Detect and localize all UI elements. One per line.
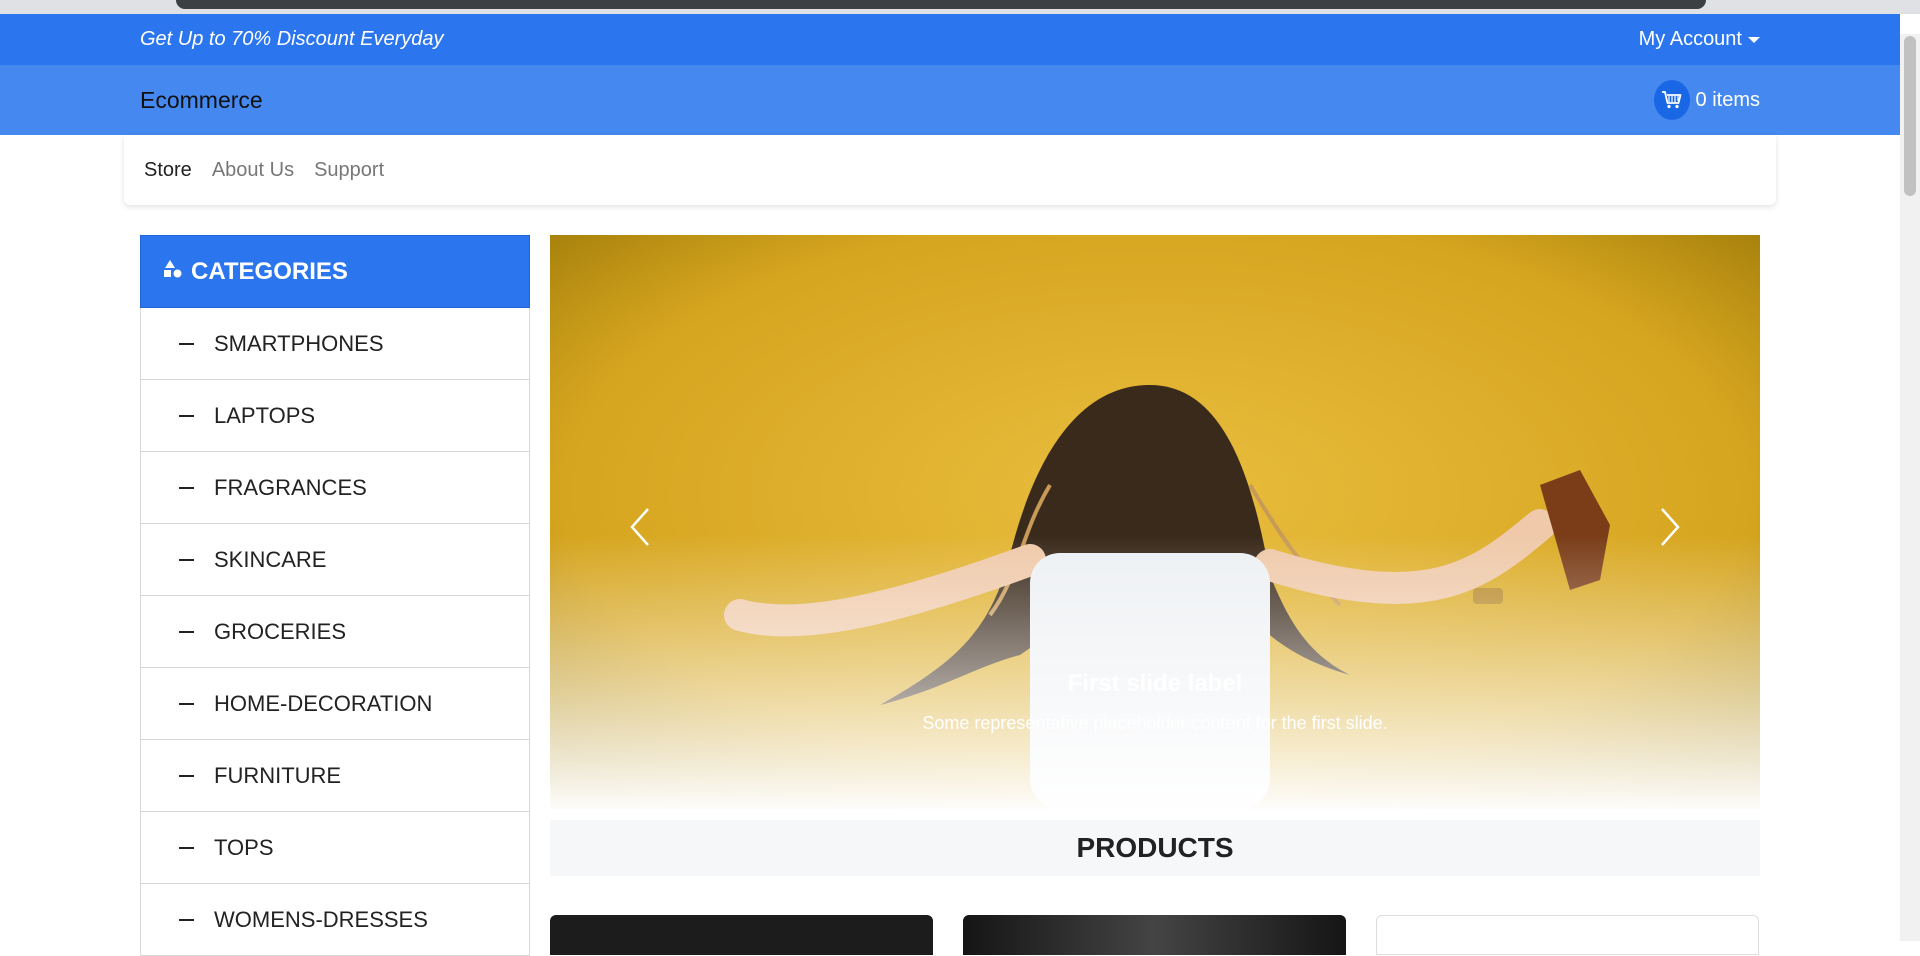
brand-logo-text[interactable]: Ecommerce	[140, 87, 263, 114]
category-label: FURNITURE	[214, 762, 342, 788]
chevron-left-icon	[630, 508, 649, 546]
category-item-laptops[interactable]: LAPTOPS	[140, 380, 530, 452]
shapes-icon	[163, 258, 183, 286]
cart-button[interactable]: 0 items	[1653, 80, 1760, 120]
products-heading: PRODUCTS	[550, 820, 1760, 876]
nav-support[interactable]: Support	[314, 159, 384, 182]
top-promo-bar: Get Up to 70% Discount Everyday My Accou…	[0, 14, 1900, 65]
category-label: LAPTOPS	[214, 402, 316, 428]
product-card[interactable]	[550, 915, 933, 955]
dash-icon	[179, 486, 194, 489]
categories-title: CATEGORIES	[191, 257, 348, 285]
category-item-skincare[interactable]: SKINCARE	[140, 524, 530, 596]
dash-icon	[179, 846, 194, 849]
cart-icon	[1653, 80, 1690, 120]
category-item-tops[interactable]: TOPS	[140, 812, 530, 884]
category-label: WOMENS-DRESSES	[214, 906, 428, 932]
promo-text: Get Up to 70% Discount Everyday	[140, 28, 444, 50]
category-item-smartphones[interactable]: SMARTPHONES	[140, 308, 530, 380]
brand-bar: Ecommerce 0 items	[0, 65, 1900, 135]
dash-icon	[179, 342, 194, 345]
main-nav: Store About Us Support	[124, 135, 1776, 205]
nav-about-us[interactable]: About Us	[212, 159, 294, 182]
carousel-prev-button[interactable]	[622, 497, 662, 557]
dash-icon	[179, 774, 194, 777]
dash-icon	[179, 702, 194, 705]
category-label: GROCERIES	[214, 618, 347, 644]
cart-count-label: 0 items	[1695, 88, 1760, 111]
category-label: HOME-DECORATION	[214, 690, 433, 716]
dash-icon	[179, 414, 194, 417]
category-label: SMARTPHONES	[214, 330, 384, 356]
nav-store[interactable]: Store	[144, 159, 192, 182]
product-card[interactable]	[963, 915, 1346, 955]
category-label: SKINCARE	[214, 546, 327, 572]
caret-down-icon	[1748, 36, 1760, 43]
scrollbar-thumb[interactable]	[1904, 36, 1916, 196]
carousel-next-button[interactable]	[1648, 497, 1688, 557]
categories-sidebar: CATEGORIES SMARTPHONES LAPTOPS FRAGRANCE…	[140, 235, 530, 956]
categories-header: CATEGORIES	[140, 235, 530, 308]
category-label: TOPS	[214, 834, 274, 860]
browser-address-bar[interactable]	[176, 0, 1706, 9]
browser-strip	[0, 0, 1920, 14]
category-label: FRAGRANCES	[214, 474, 367, 500]
dash-icon	[179, 630, 194, 633]
carousel-caption-text: Some representative placeholder content …	[922, 713, 1388, 733]
category-item-fragrances[interactable]: FRAGRANCES	[140, 452, 530, 524]
category-item-home-decoration[interactable]: HOME-DECORATION	[140, 668, 530, 740]
category-item-furniture[interactable]: FURNITURE	[140, 740, 530, 812]
product-card[interactable]	[1376, 915, 1759, 955]
my-account-label: My Account	[1638, 28, 1742, 50]
page-scrollbar[interactable]	[1900, 34, 1920, 941]
chevron-right-icon	[1661, 508, 1680, 546]
carousel-caption-title: First slide label	[1067, 670, 1243, 697]
category-item-womens-dresses[interactable]: WOMENS-DRESSES	[140, 884, 530, 956]
category-item-groceries[interactable]: GROCERIES	[140, 596, 530, 668]
dash-icon	[179, 918, 194, 921]
dash-icon	[179, 558, 194, 561]
my-account-dropdown[interactable]: My Account	[1639, 28, 1760, 51]
hero-carousel[interactable]: First slide label Some representative pl…	[550, 235, 1760, 809]
